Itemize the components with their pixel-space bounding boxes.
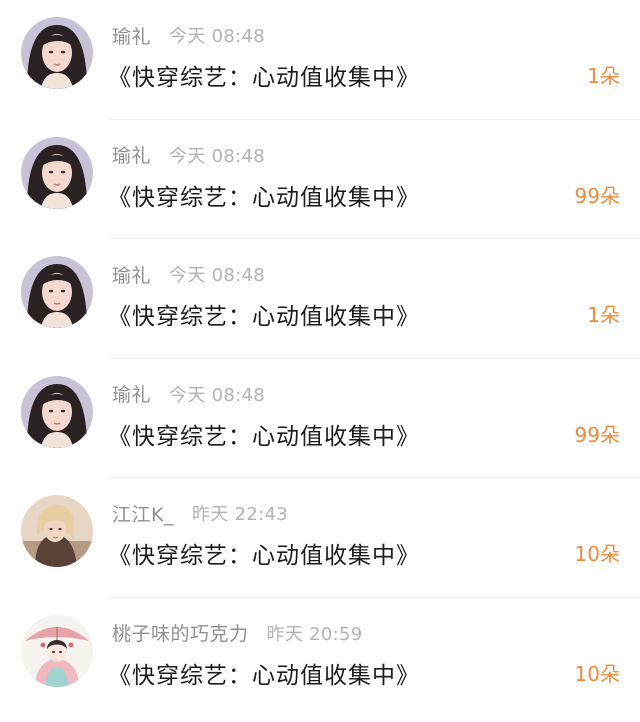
list-item[interactable]: 瑜礼 今天 08:48 《快穿综艺：心动值收集中》 1朵 [0, 0, 640, 120]
avatar-girl-dark-hair-icon[interactable] [21, 136, 93, 209]
book-title[interactable]: 《快穿综艺：心动值收集中》 [108, 178, 420, 212]
list-item[interactable]: 瑜礼 今天 08:48 《快穿综艺：心动值收集中》 99朵 [0, 358, 640, 478]
book-title[interactable]: 《快穿综艺：心动值收集中》 [108, 58, 420, 92]
gift-amount: 99朵 [574, 183, 620, 208]
gift-amount: 1朵 [587, 303, 620, 327]
gift-amount: 99朵 [574, 422, 620, 447]
gift-amount: 10朵 [574, 661, 620, 686]
avatar-blonde-girl-icon[interactable] [21, 495, 93, 567]
username[interactable]: 瑜礼 [112, 22, 151, 49]
username[interactable]: 桃子味的巧克力 [112, 619, 249, 646]
timestamp: 今天 08:48 [169, 384, 266, 406]
username[interactable]: 瑜礼 [112, 141, 151, 168]
book-title[interactable]: 《快穿综艺：心动值收集中》 [108, 536, 420, 570]
gift-record-list: 瑜礼 今天 08:48 《快穿综艺：心动值收集中》 1朵 瑜礼 今天 08:48… [0, 0, 640, 722]
book-title[interactable]: 《快穿综艺：心动值收集中》 [108, 297, 420, 331]
timestamp: 今天 08:48 [169, 265, 266, 286]
list-item[interactable]: 桃子味的巧克力 昨天 20:59 《快穿综艺：心动值收集中》 10朵 [0, 597, 640, 717]
avatar-girl-dark-hair-icon[interactable] [21, 375, 93, 448]
timestamp: 今天 08:48 [169, 26, 266, 47]
username[interactable]: 瑜礼 [112, 261, 151, 288]
username[interactable]: 瑜礼 [112, 380, 151, 407]
timestamp: 昨天 20:59 [266, 623, 363, 645]
list-item[interactable]: 江江K_ 昨天 22:43 《快穿综艺：心动值收集中》 10朵 [0, 478, 640, 598]
avatar-girl-dark-hair-icon[interactable] [21, 256, 93, 328]
gift-amount: 1朵 [587, 64, 620, 88]
timestamp: 昨天 22:43 [191, 504, 288, 525]
avatar-girl-dark-hair-icon[interactable] [21, 17, 93, 89]
list-item[interactable]: 瑜礼 今天 08:48 《快穿综艺：心动值收集中》 1朵 [0, 239, 640, 359]
timestamp: 今天 08:48 [169, 145, 266, 167]
list-item[interactable]: 瑜礼 今天 08:48 《快穿综艺：心动值收集中》 99朵 [0, 119, 640, 239]
book-title[interactable]: 《快穿综艺：心动值收集中》 [108, 656, 420, 690]
username[interactable]: 江江K_ [112, 500, 174, 527]
gift-amount: 10朵 [574, 542, 620, 566]
avatar-illustrated-girl-umbrella-icon[interactable] [21, 614, 93, 687]
book-title[interactable]: 《快穿综艺：心动值收集中》 [108, 417, 420, 451]
